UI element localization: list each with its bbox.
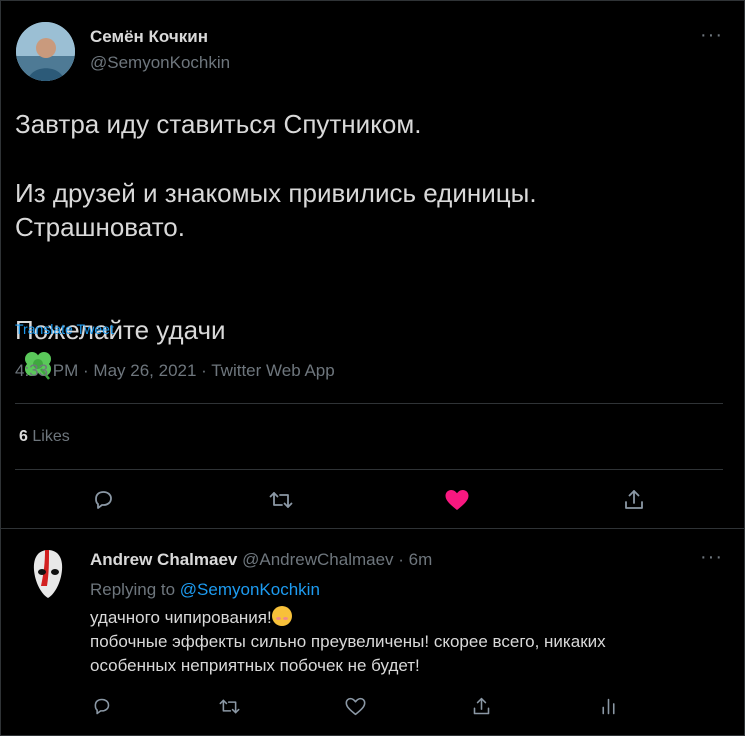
like-button[interactable]: [442, 485, 472, 515]
reply-button[interactable]: [88, 485, 118, 515]
smiling-face-emoji-icon: [271, 606, 292, 626]
author-avatar[interactable]: [16, 22, 75, 81]
reply-text-line-3: особенных неприятных побочек не будет!: [90, 656, 420, 675]
reply-icon: [94, 698, 109, 714]
heart-filled-icon: [445, 490, 469, 510]
reply-reply-button[interactable]: [86, 691, 116, 721]
retweet-icon: [219, 699, 239, 713]
likes-label: Likes: [32, 428, 70, 445]
tweet-text-line-3: Страшновато.: [15, 212, 185, 242]
analytics-icon: [601, 698, 615, 714]
likes-count[interactable]: 6 Likes: [19, 428, 70, 446]
reply-text-line-2: побочные эффекты сильно преувеличены! ск…: [90, 632, 606, 651]
retweet-button[interactable]: [266, 485, 296, 515]
reply-author-avatar[interactable]: [25, 546, 71, 606]
reply-text: удачного чипирования! побочные эффекты с…: [90, 606, 730, 678]
reply-share-button[interactable]: [466, 691, 496, 721]
reply-retweet-button[interactable]: [214, 691, 244, 721]
share-button[interactable]: [619, 485, 649, 515]
replying-to-label: Replying to: [90, 580, 176, 599]
author-name[interactable]: Семён Кочкин: [90, 27, 208, 47]
reply-more-options-icon[interactable]: ···: [700, 547, 723, 567]
reply-time[interactable]: · 6m: [398, 550, 432, 569]
tweet-timestamp[interactable]: 4:33 PM · May 26, 2021 · Twitter Web App: [15, 361, 335, 381]
replying-to-link[interactable]: @SemyonKochkin: [180, 580, 320, 599]
share-icon: [473, 697, 489, 714]
reply-analytics-button[interactable]: [593, 691, 623, 721]
reply-text-line-1: удачного чипирования!: [90, 606, 730, 630]
replying-to: Replying to @SemyonKochkin: [90, 580, 320, 600]
reply-author-name[interactable]: Andrew Chalmaev: [90, 550, 237, 569]
tweet-text-line-2: Из друзей и знакомых привились единицы.: [15, 178, 537, 208]
reply-like-button[interactable]: [340, 691, 370, 721]
reply-author-handle[interactable]: @AndrewChalmaev: [242, 550, 393, 569]
divider: [15, 403, 723, 404]
more-options-icon[interactable]: ···: [700, 25, 723, 45]
reply-header: Andrew Chalmaev @AndrewChalmaev · 6m: [90, 550, 432, 570]
reply-line-1-label: удачного чипирования!: [90, 608, 272, 627]
likes-number: 6: [19, 428, 28, 445]
divider: [0, 528, 745, 529]
divider: [15, 469, 723, 470]
author-handle[interactable]: @SemyonKochkin: [90, 53, 230, 73]
translate-tweet-link[interactable]: Translate Tweet: [15, 321, 114, 337]
heart-outline-icon: [345, 697, 365, 715]
tweet-text-line-1: Завтра иду ставиться Спутником.: [15, 109, 422, 139]
reply-icon: [95, 491, 112, 509]
share-icon: [625, 490, 643, 509]
retweet-icon: [269, 492, 293, 508]
